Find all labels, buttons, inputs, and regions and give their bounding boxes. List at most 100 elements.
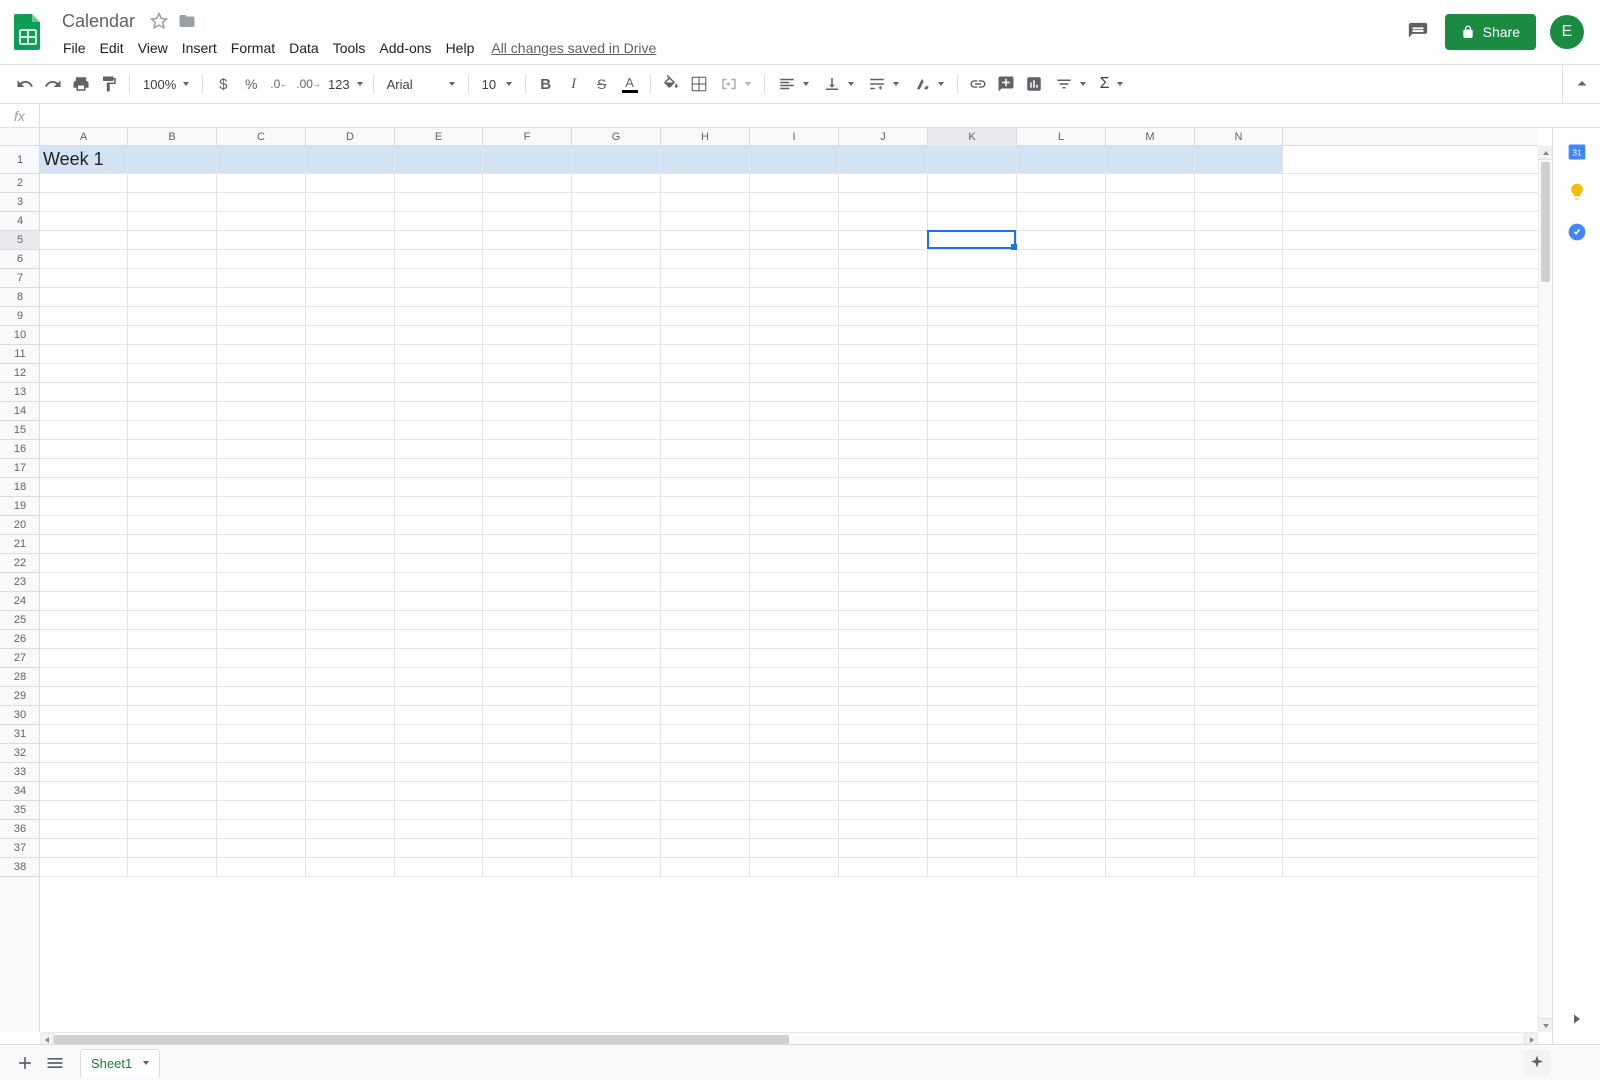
cell[interactable]: [1106, 516, 1195, 534]
cell[interactable]: [483, 725, 572, 743]
cell[interactable]: [572, 269, 661, 287]
cell[interactable]: [750, 554, 839, 572]
cell[interactable]: [306, 820, 395, 838]
col-header-A[interactable]: A: [40, 128, 128, 146]
cell[interactable]: [1017, 649, 1106, 667]
cell[interactable]: [750, 364, 839, 382]
row-header-37[interactable]: 37: [0, 839, 40, 858]
cell[interactable]: [661, 307, 750, 325]
cell[interactable]: [928, 535, 1017, 553]
cell[interactable]: [1195, 782, 1283, 800]
cell[interactable]: [1106, 782, 1195, 800]
doc-title[interactable]: Calendar: [56, 9, 141, 34]
cell[interactable]: [128, 193, 217, 211]
row-header-35[interactable]: 35: [0, 801, 40, 820]
cell[interactable]: [395, 497, 483, 515]
cell[interactable]: [483, 554, 572, 572]
cell[interactable]: [928, 554, 1017, 572]
cell[interactable]: [1106, 554, 1195, 572]
cell[interactable]: [217, 193, 306, 211]
cell[interactable]: [661, 478, 750, 496]
cell[interactable]: [306, 725, 395, 743]
cell[interactable]: [839, 383, 928, 401]
cell[interactable]: [306, 611, 395, 629]
cell[interactable]: [306, 174, 395, 192]
cell[interactable]: [483, 440, 572, 458]
menu-tools[interactable]: Tools: [326, 38, 373, 58]
print-icon[interactable]: [68, 71, 94, 97]
cell[interactable]: [395, 231, 483, 249]
cell[interactable]: [306, 497, 395, 515]
row-header-3[interactable]: 3: [0, 193, 40, 212]
cell[interactable]: [1017, 478, 1106, 496]
cell[interactable]: [40, 231, 128, 249]
cell[interactable]: [128, 383, 217, 401]
row-header-19[interactable]: 19: [0, 497, 40, 516]
cell[interactable]: [217, 364, 306, 382]
cell[interactable]: [217, 383, 306, 401]
cell[interactable]: [928, 668, 1017, 686]
cell[interactable]: [839, 269, 928, 287]
cell[interactable]: [128, 250, 217, 268]
row-header-22[interactable]: 22: [0, 554, 40, 573]
cell[interactable]: [1195, 250, 1283, 268]
cell[interactable]: [1195, 421, 1283, 439]
cell[interactable]: [1106, 649, 1195, 667]
cell[interactable]: [839, 839, 928, 857]
cell[interactable]: [1106, 573, 1195, 591]
cell[interactable]: [1195, 231, 1283, 249]
cell[interactable]: [1017, 497, 1106, 515]
functions-dropdown[interactable]: Σ: [1094, 71, 1129, 97]
cell[interactable]: [1017, 687, 1106, 705]
cell[interactable]: [1017, 345, 1106, 363]
cell[interactable]: [928, 573, 1017, 591]
cell[interactable]: [40, 744, 128, 762]
cell[interactable]: [395, 611, 483, 629]
cell[interactable]: [1195, 307, 1283, 325]
cell[interactable]: [128, 782, 217, 800]
cell[interactable]: [1195, 193, 1283, 211]
cell[interactable]: [40, 345, 128, 363]
cell[interactable]: [750, 440, 839, 458]
cell[interactable]: [1195, 212, 1283, 230]
cell[interactable]: [661, 497, 750, 515]
cell[interactable]: [750, 345, 839, 363]
cell[interactable]: [217, 421, 306, 439]
cell[interactable]: [1195, 611, 1283, 629]
cell[interactable]: [839, 801, 928, 819]
cell[interactable]: [395, 592, 483, 610]
cell[interactable]: [128, 725, 217, 743]
row-header-26[interactable]: 26: [0, 630, 40, 649]
cell[interactable]: [661, 421, 750, 439]
cell[interactable]: [1195, 326, 1283, 344]
cell[interactable]: [483, 383, 572, 401]
row-header-12[interactable]: 12: [0, 364, 40, 383]
cell[interactable]: [217, 706, 306, 724]
cell[interactable]: [1106, 146, 1195, 173]
cell[interactable]: [306, 193, 395, 211]
cell[interactable]: [839, 288, 928, 306]
cell[interactable]: [1195, 364, 1283, 382]
cell[interactable]: [306, 668, 395, 686]
cell[interactable]: [1106, 497, 1195, 515]
cell[interactable]: [483, 478, 572, 496]
cell[interactable]: [839, 687, 928, 705]
cell[interactable]: [395, 858, 483, 876]
menu-format[interactable]: Format: [224, 38, 282, 58]
cell[interactable]: [483, 269, 572, 287]
cell[interactable]: [483, 630, 572, 648]
cell[interactable]: [839, 782, 928, 800]
cell[interactable]: [572, 535, 661, 553]
cell[interactable]: [395, 383, 483, 401]
cell[interactable]: [306, 231, 395, 249]
cell[interactable]: [40, 630, 128, 648]
cell[interactable]: [839, 725, 928, 743]
scroll-down-icon[interactable]: [1539, 1018, 1552, 1032]
cell[interactable]: [928, 421, 1017, 439]
cell[interactable]: [750, 383, 839, 401]
cell[interactable]: [1017, 630, 1106, 648]
menu-insert[interactable]: Insert: [175, 38, 224, 58]
cell[interactable]: [483, 288, 572, 306]
cell[interactable]: [1106, 383, 1195, 401]
cell[interactable]: [395, 250, 483, 268]
